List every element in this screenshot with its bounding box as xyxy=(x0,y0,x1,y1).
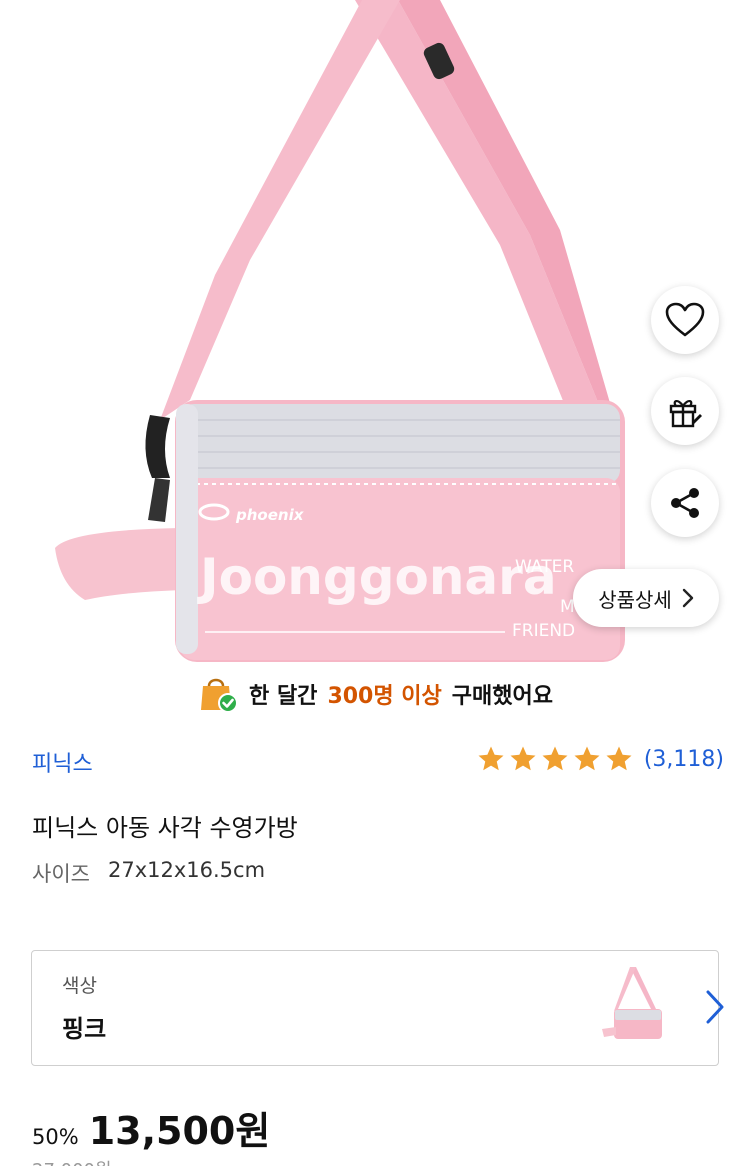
sale-price: 13,500원 xyxy=(88,1109,271,1153)
bag-text-friend: FRIEND xyxy=(512,621,575,641)
purchase-count-banner: 한 달간 300명 이상 구매했어요 xyxy=(0,665,750,723)
share-button[interactable] xyxy=(651,469,719,537)
star-icon xyxy=(542,746,568,771)
banner-suffix: 구매했어요 xyxy=(451,684,553,709)
option-label: 색상 xyxy=(62,975,97,997)
size-label: 사이즈 xyxy=(32,862,90,886)
size-info: 사이즈 27x12x16.5cm xyxy=(32,858,265,888)
star-icon xyxy=(510,746,536,771)
gift-button[interactable] xyxy=(651,377,719,445)
heart-icon xyxy=(665,302,705,337)
brand-link[interactable]: 피닉스 xyxy=(32,746,93,778)
banner-prefix: 한 달간 xyxy=(249,684,318,709)
review-count[interactable]: (3,118) xyxy=(644,747,724,772)
size-value: 27x12x16.5cm xyxy=(107,858,266,882)
chevron-right-icon xyxy=(706,990,724,1024)
star-icon xyxy=(606,746,632,771)
star-icon xyxy=(478,746,504,771)
chevron-right-icon xyxy=(682,588,693,608)
original-price: 27,000원 xyxy=(32,1156,112,1166)
product-title: 피닉스 아동 사각 수영가방 xyxy=(32,814,298,842)
star-icon xyxy=(574,746,600,771)
star-rating xyxy=(476,744,634,774)
product-detail-button[interactable]: 상품상세 xyxy=(573,569,719,627)
shopping-bag-check-icon xyxy=(201,678,239,713)
watermark: Joonggonara xyxy=(200,548,557,606)
share-icon xyxy=(671,488,699,518)
gift-icon xyxy=(669,400,702,428)
banner-highlight: 300명 이상 xyxy=(327,684,442,709)
price-row: 50% 13,500원 xyxy=(32,1100,270,1155)
product-detail-label: 상품상세 xyxy=(598,587,672,612)
discount-rate: 50% xyxy=(32,1125,79,1149)
product-image[interactable]: phoenix WATER MY FRIEND Joonggonara xyxy=(0,0,750,665)
rating[interactable]: (3,118) xyxy=(476,744,724,774)
option-value: 핑크 xyxy=(62,1015,107,1043)
bag-logo-text: phoenix xyxy=(235,506,305,524)
color-option-selector[interactable]: 색상 핑크 xyxy=(31,950,724,1066)
option-thumbnail xyxy=(602,967,662,1039)
like-button[interactable] xyxy=(651,286,719,354)
